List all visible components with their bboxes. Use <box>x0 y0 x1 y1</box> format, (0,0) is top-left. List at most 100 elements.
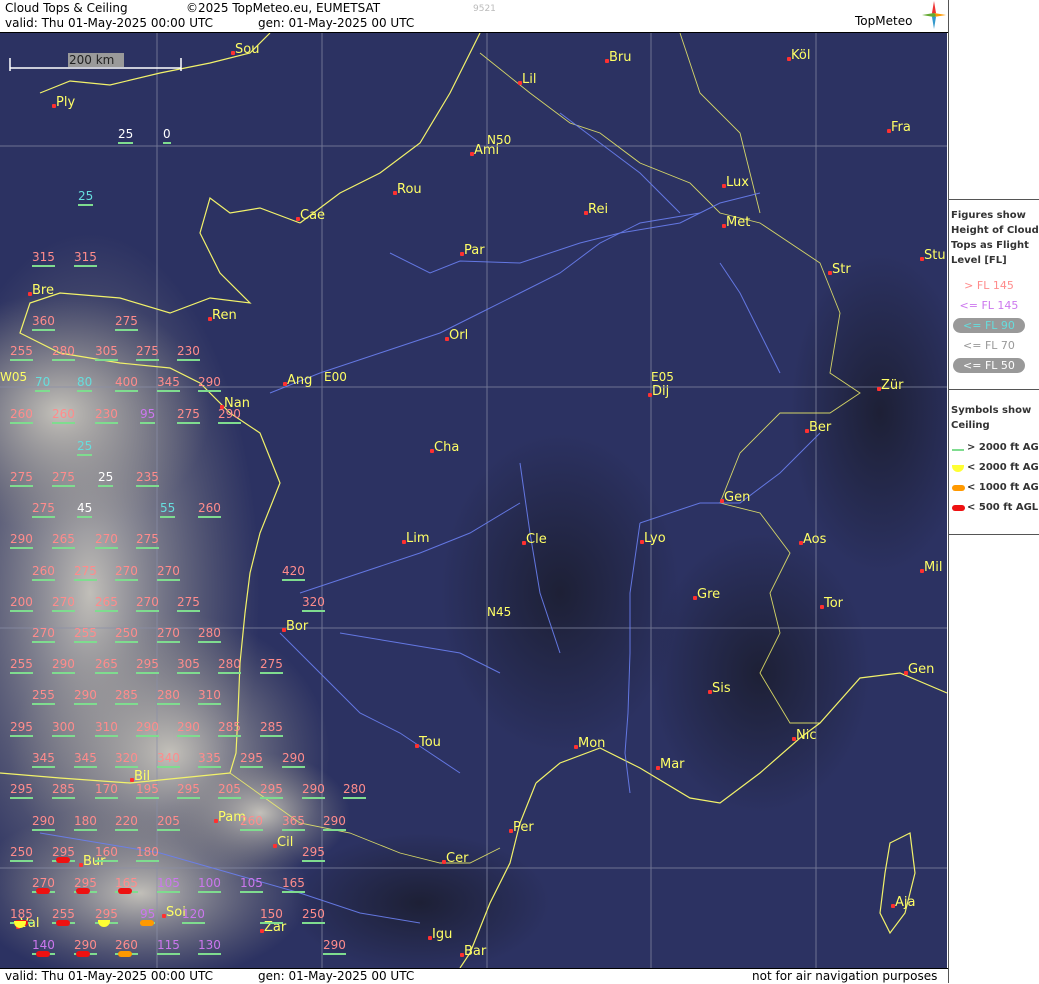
cloud-top-value: 195 <box>136 783 159 799</box>
ceiling-line <box>218 797 241 799</box>
cloud-top-value: 290 <box>198 376 221 392</box>
cloud-top-value: 150 <box>260 908 283 924</box>
cloud-top-value: 260 <box>198 502 221 518</box>
footer-valid-time: valid: Thu 01-May-2025 00:00 UTC <box>5 969 214 983</box>
ceiling-line <box>198 516 221 518</box>
symbols-legend: Symbols show Ceiling > 2000 ft AGL < 2000… <box>949 389 1039 535</box>
ceiling-line <box>32 641 55 643</box>
cloud-top-value: 290 <box>302 783 325 799</box>
cloud-top-value: 120 <box>182 908 205 924</box>
cloud-top-value: 300 <box>52 721 75 737</box>
cloud-top-value: 255 <box>32 689 55 705</box>
cloud-top-value: 320 <box>115 752 138 768</box>
ceiling-line <box>198 703 221 705</box>
city-label: Lim <box>406 531 430 546</box>
ceiling-line <box>95 860 118 862</box>
ceiling-line <box>136 735 159 737</box>
ceiling-line <box>32 829 55 831</box>
cloud-top-value: 275 <box>136 345 159 361</box>
ceiling-line <box>240 766 263 768</box>
figures-legend-item: <= FL 145 <box>959 299 1019 312</box>
cloud-top-value: 290 <box>136 721 159 737</box>
ceiling-line <box>35 390 51 392</box>
cloud-top-value: 0 <box>163 128 171 144</box>
ceiling-line <box>343 797 366 799</box>
scale-bar-label: 200 km <box>69 53 115 67</box>
city-label: Lux <box>726 175 749 190</box>
topmeteo-logo[interactable]: TopMeteo <box>855 14 912 28</box>
cloud-top-value: 180 <box>136 846 159 862</box>
ceiling-line <box>157 579 180 581</box>
ceiling-line <box>163 142 171 144</box>
ceiling-line <box>32 265 55 267</box>
cloud-top-value: 250 <box>115 627 138 643</box>
cloud-top-value: 55 <box>160 502 176 518</box>
grid-label: N45 <box>487 605 512 619</box>
cloud-top-value: 180 <box>74 815 97 831</box>
cloud-top-value: 25 <box>98 471 114 487</box>
ceiling-line <box>136 672 159 674</box>
cloud-top-value: 105 <box>157 877 180 893</box>
cloud-top-value: 95 <box>140 408 156 424</box>
ceiling-line <box>32 703 55 705</box>
ceiling-line <box>260 922 283 924</box>
ceiling-line <box>302 797 325 799</box>
ceiling-line <box>157 766 180 768</box>
ceiling-line <box>198 390 221 392</box>
ceiling-line <box>198 891 221 893</box>
ceiling-symbol-red <box>76 888 90 894</box>
city-label: Nic <box>796 728 817 743</box>
ceiling-line <box>95 359 118 361</box>
cloud-top-value: 130 <box>198 939 221 955</box>
cloud-top-value: 340 <box>157 752 180 768</box>
ceiling-line <box>136 485 159 487</box>
ceiling-line <box>74 829 97 831</box>
footer: valid: Thu 01-May-2025 00:00 UTC gen: 01… <box>0 968 948 984</box>
cloud-top-value: 360 <box>32 315 55 331</box>
cloud-top-value: 170 <box>95 783 118 799</box>
ceiling-line <box>302 922 325 924</box>
city-label: Cle <box>526 532 547 547</box>
ceiling-line <box>160 516 176 518</box>
cloud-top-value: 270 <box>157 565 180 581</box>
ceiling-line <box>157 641 180 643</box>
city-label: Igu <box>432 927 453 942</box>
city-label: Ang <box>287 373 313 388</box>
city-label: Zür <box>881 378 904 393</box>
city-label: Ber <box>809 420 832 435</box>
cloud-top-value: 160 <box>95 846 118 862</box>
map-area[interactable]: 200 km N50 N45 E00 E05 W05 Sou Ply Bru Köl L… <box>0 33 947 968</box>
figures-legend-title: Figures show Height of Cloud Tops as Fli… <box>951 210 1039 266</box>
cloud-top-value: 265 <box>95 658 118 674</box>
city-label: Rou <box>397 182 422 197</box>
city-label: Gre <box>697 587 721 602</box>
ceiling-legend-label: < 1000 ft AGL <box>967 482 1039 493</box>
ceiling-line <box>32 766 55 768</box>
ceiling-line <box>52 422 75 424</box>
city-label: Dij <box>652 384 670 399</box>
ceiling-line <box>95 735 118 737</box>
ceiling-line <box>157 829 180 831</box>
city-label: Mar <box>660 757 685 772</box>
cloud-top-value: 275 <box>32 502 55 518</box>
cloud-top-value: 275 <box>115 315 138 331</box>
cloud-top-value: 25 <box>118 128 134 144</box>
city-label: Tou <box>419 735 441 750</box>
copyright: ©2025 TopMeteo.eu, EUMETSAT <box>186 1 381 15</box>
city-label: Lil <box>522 72 537 87</box>
ceiling-line <box>95 797 118 799</box>
ceiling-line <box>282 766 305 768</box>
ceiling-line <box>10 672 33 674</box>
cloud-top-value: 420 <box>282 565 305 581</box>
ceiling-line <box>198 953 221 955</box>
ceiling-line <box>182 922 205 924</box>
ceiling-line <box>118 142 134 144</box>
cloud-top-value: 285 <box>52 783 75 799</box>
figures-legend-item: <= FL 50 <box>953 358 1025 373</box>
cloud-top-value: 275 <box>177 596 200 612</box>
ceiling-line <box>95 610 118 612</box>
ceiling-line <box>323 953 346 955</box>
city-label: Mil <box>924 560 943 575</box>
city-label: Cer <box>446 851 469 866</box>
ceiling-line <box>136 359 159 361</box>
